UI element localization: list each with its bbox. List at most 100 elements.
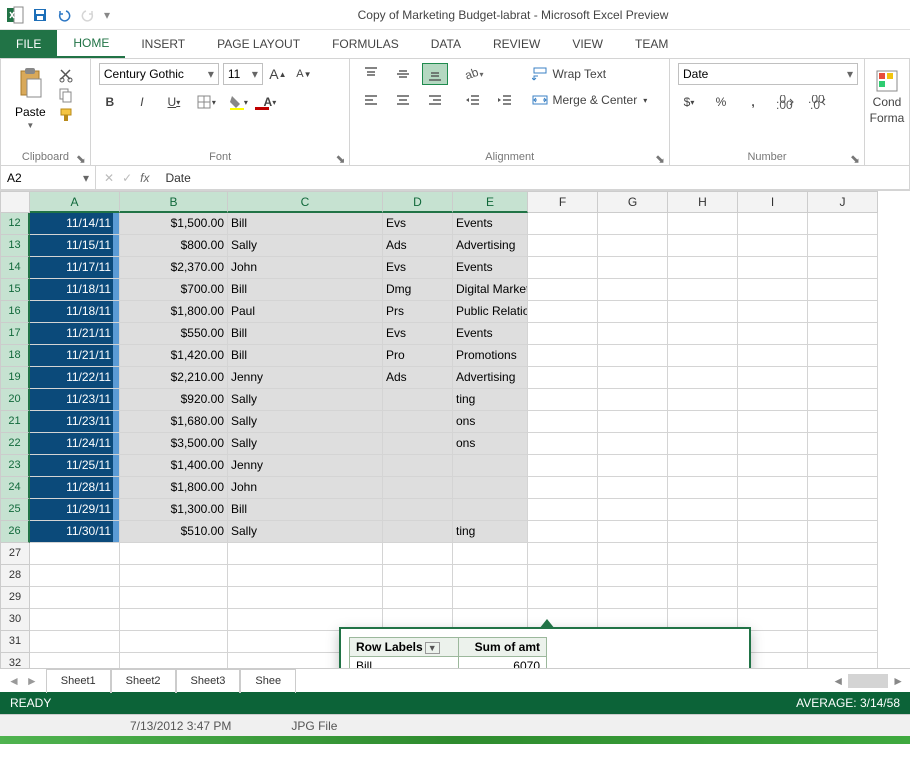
cell[interactable]: John (228, 477, 383, 499)
cell[interactable]: John (228, 257, 383, 279)
cell[interactable] (808, 543, 878, 565)
cell[interactable] (808, 631, 878, 653)
cell[interactable]: Jenny (228, 455, 383, 477)
cell[interactable]: Advertising (453, 367, 528, 389)
cell[interactable] (453, 477, 528, 499)
tab-team[interactable]: TEAM (619, 30, 684, 58)
cell[interactable] (598, 345, 668, 367)
qat-customize-icon[interactable]: ▾ (104, 8, 110, 22)
font-size-combo[interactable]: 11▾ (223, 63, 263, 85)
cell[interactable] (668, 477, 738, 499)
cell[interactable] (30, 565, 120, 587)
row-header[interactable]: 31 (0, 631, 30, 653)
cell[interactable] (738, 301, 808, 323)
table-row[interactable]: 28 (0, 565, 910, 587)
cell[interactable] (738, 345, 808, 367)
cell[interactable]: 11/23/11 (30, 411, 120, 433)
cell[interactable] (808, 345, 878, 367)
cell[interactable] (598, 367, 668, 389)
table-row[interactable]: 1211/14/11$1,500.00BillEvsEvents (0, 213, 910, 235)
cell[interactable] (228, 565, 383, 587)
table-row[interactable]: 2211/24/11$3,500.00Sallyons (0, 433, 910, 455)
cell[interactable]: 11/18/11 (30, 301, 120, 323)
pivot-filter-icon[interactable]: ▼ (425, 642, 440, 654)
cell[interactable] (598, 411, 668, 433)
borders-button[interactable]: ▾ (195, 91, 217, 113)
table-row[interactable]: 2611/30/11$510.00Sallyting (0, 521, 910, 543)
cell[interactable] (120, 631, 228, 653)
cell[interactable] (228, 543, 383, 565)
cell[interactable]: Dmg (383, 279, 453, 301)
row-header[interactable]: 12 (0, 213, 30, 235)
table-row[interactable]: 1711/21/11$550.00BillEvsEvents (0, 323, 910, 345)
conditional-format-button[interactable]: Cond Forma (873, 63, 901, 125)
cell[interactable] (30, 543, 120, 565)
cell[interactable]: $1,680.00 (120, 411, 228, 433)
cell[interactable] (383, 499, 453, 521)
cell[interactable]: Public Relations (453, 301, 528, 323)
cell[interactable] (668, 257, 738, 279)
cell[interactable]: $2,370.00 (120, 257, 228, 279)
cell[interactable]: Sally (228, 235, 383, 257)
cell[interactable]: Bill (228, 499, 383, 521)
cell[interactable]: $1,800.00 (120, 301, 228, 323)
paste-button[interactable]: Paste ▼ (9, 63, 52, 134)
cell[interactable]: Advertising (453, 235, 528, 257)
cell[interactable] (598, 323, 668, 345)
table-row[interactable]: 1511/18/11$700.00BillDmgDigital Marketin… (0, 279, 910, 301)
cell[interactable] (383, 389, 453, 411)
cell[interactable] (668, 587, 738, 609)
cell[interactable] (738, 587, 808, 609)
align-middle-button[interactable] (390, 63, 416, 85)
cell[interactable] (528, 499, 598, 521)
table-row[interactable]: 1311/15/11$800.00SallyAdsAdvertising (0, 235, 910, 257)
row-header[interactable]: 27 (0, 543, 30, 565)
wrap-text-button[interactable]: Wrap Text (528, 63, 651, 85)
row-header[interactable]: 24 (0, 477, 30, 499)
col-header-B[interactable]: B (120, 191, 228, 213)
table-row[interactable]: 2311/25/11$1,400.00Jenny (0, 455, 910, 477)
cell[interactable] (668, 235, 738, 257)
cell[interactable]: Evs (383, 323, 453, 345)
cell[interactable]: $1,420.00 (120, 345, 228, 367)
cell[interactable] (383, 477, 453, 499)
cell[interactable]: $3,500.00 (120, 433, 228, 455)
cell[interactable] (528, 301, 598, 323)
cell[interactable]: Events (453, 213, 528, 235)
cell[interactable]: $2,210.00 (120, 367, 228, 389)
cell[interactable]: Sally (228, 389, 383, 411)
number-format-combo[interactable]: Date▾ (678, 63, 858, 85)
cell[interactable]: $1,800.00 (120, 477, 228, 499)
decrease-decimal-button[interactable]: .00.0 (806, 91, 828, 113)
cell[interactable] (598, 389, 668, 411)
cell[interactable] (738, 411, 808, 433)
tab-data[interactable]: DATA (415, 30, 477, 58)
cell[interactable] (528, 455, 598, 477)
comma-format-button[interactable]: , (742, 91, 764, 113)
table-row[interactable]: 27 (0, 543, 910, 565)
col-header-H[interactable]: H (668, 191, 738, 213)
cell[interactable]: ting (453, 389, 528, 411)
cell[interactable]: Pro (383, 345, 453, 367)
cell[interactable] (738, 257, 808, 279)
cell[interactable] (668, 411, 738, 433)
cell[interactable] (120, 609, 228, 631)
cell[interactable] (383, 565, 453, 587)
cell[interactable] (528, 235, 598, 257)
cell[interactable]: 11/17/11 (30, 257, 120, 279)
row-header[interactable]: 15 (0, 279, 30, 301)
cell[interactable] (808, 521, 878, 543)
cell[interactable] (738, 521, 808, 543)
row-header[interactable]: 30 (0, 609, 30, 631)
cell[interactable] (738, 499, 808, 521)
accounting-format-button[interactable]: $▾ (678, 91, 700, 113)
fx-icon[interactable]: fx (140, 171, 149, 185)
cell[interactable] (598, 565, 668, 587)
cell[interactable]: Promotions (453, 345, 528, 367)
cell[interactable] (668, 213, 738, 235)
cell[interactable] (598, 499, 668, 521)
col-header-D[interactable]: D (383, 191, 453, 213)
cell[interactable] (528, 543, 598, 565)
cell[interactable] (383, 587, 453, 609)
cell[interactable]: 11/23/11 (30, 389, 120, 411)
